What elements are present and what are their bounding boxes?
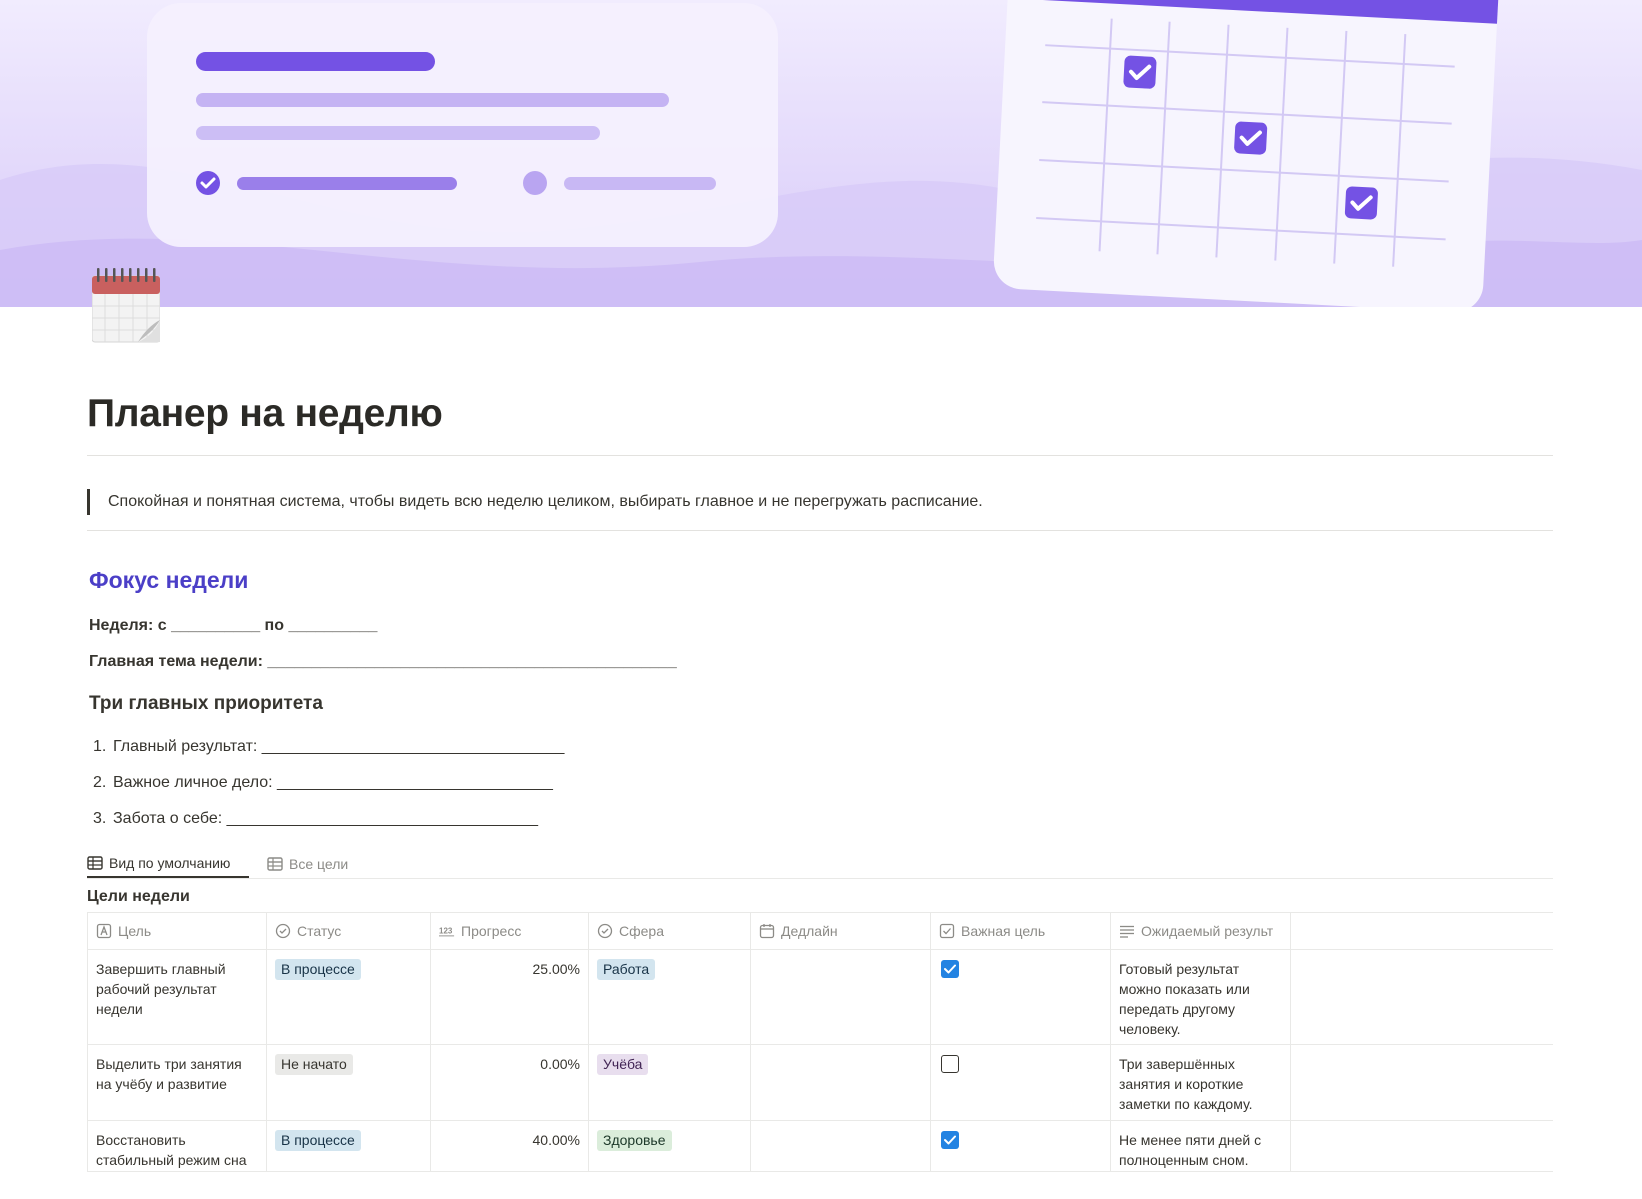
column-label: Статус xyxy=(297,923,342,939)
database-view-tabs: Вид по умолчанию Все цели xyxy=(87,850,1553,878)
column-label: Цель xyxy=(118,923,152,939)
svg-text:123: 123 xyxy=(439,927,453,936)
select-property-icon xyxy=(597,923,613,939)
priority-item[interactable]: 3. Забота о себе: _______________________… xyxy=(93,810,538,828)
column-label: Сфера xyxy=(619,923,664,939)
number-property-icon: 123 xyxy=(439,923,455,939)
paragraph-property-icon xyxy=(1119,923,1135,939)
goal-cell[interactable]: Выделить три занятия на учёбу и развитие xyxy=(87,1045,267,1120)
status-cell[interactable]: В процессе xyxy=(267,950,431,1044)
list-number: 2. xyxy=(93,774,107,791)
list-number: 3. xyxy=(93,810,107,827)
tab-default-view[interactable]: Вид по умолчанию xyxy=(87,850,249,878)
divider xyxy=(87,455,1553,456)
divider xyxy=(87,878,1553,879)
area-tag: Работа xyxy=(597,959,656,980)
priority-item[interactable]: 2. Важное личное дело: __________________… xyxy=(93,774,553,792)
status-property-icon xyxy=(275,923,291,939)
table-row[interactable]: Выделить три занятия на учёбу и развитие… xyxy=(87,1045,1553,1121)
column-header-status[interactable]: Статус xyxy=(267,913,431,949)
important-cell[interactable] xyxy=(931,1045,1111,1120)
list-number: 1. xyxy=(93,738,107,755)
page-title[interactable]: Планер на неделю xyxy=(87,392,443,436)
progress-cell[interactable]: 40.00% xyxy=(431,1121,589,1171)
priority-text: Важное личное дело: ____________________… xyxy=(113,774,553,791)
column-header-area[interactable]: Сфера xyxy=(589,913,751,949)
column-label: Дедлайн xyxy=(781,923,838,939)
tab-all-goals[interactable]: Все цели xyxy=(267,850,348,878)
deadline-cell[interactable] xyxy=(751,1045,931,1120)
important-cell[interactable] xyxy=(931,1121,1111,1171)
priority-text: Главный результат: _____________________… xyxy=(113,738,565,755)
calendar-icon[interactable] xyxy=(91,268,161,344)
goal-cell[interactable]: Восстановить стабильный режим сна xyxy=(87,1121,267,1171)
column-label: Важная цель xyxy=(961,923,1046,939)
goals-table: Цель Статус 123 Прогресс Сфера Дедлайн В… xyxy=(87,912,1553,1172)
column-header-progress[interactable]: 123 Прогресс xyxy=(431,913,589,949)
column-header-important[interactable]: Важная цель xyxy=(931,913,1111,949)
priorities-heading[interactable]: Три главных приоритета xyxy=(89,693,323,715)
important-checkbox[interactable] xyxy=(941,1131,959,1149)
area-tag: Здоровье xyxy=(597,1130,672,1151)
area-cell[interactable]: Учёба xyxy=(589,1045,751,1120)
cover-illustration xyxy=(0,0,1642,307)
result-cell[interactable]: Готовый результат можно показать или пер… xyxy=(1111,950,1291,1044)
quote-block[interactable]: Спокойная и понятная система, чтобы виде… xyxy=(87,489,983,515)
area-cell[interactable]: Работа xyxy=(589,950,751,1044)
divider xyxy=(87,530,1553,531)
priority-text: Забота о себе: _________________________… xyxy=(113,810,539,827)
status-cell[interactable]: Не начато xyxy=(267,1045,431,1120)
deadline-cell[interactable] xyxy=(751,1121,931,1171)
date-property-icon xyxy=(759,923,775,939)
text-property-icon xyxy=(96,923,112,939)
goal-cell[interactable]: Завершить главный рабочий результат неде… xyxy=(87,950,267,1044)
area-cell[interactable]: Здоровье xyxy=(589,1121,751,1171)
priority-item[interactable]: 1. Главный результат: ___________________… xyxy=(93,738,564,756)
area-tag: Учёба xyxy=(597,1054,649,1075)
progress-cell[interactable]: 0.00% xyxy=(431,1045,589,1120)
status-badge: Не начато xyxy=(275,1054,353,1075)
column-label: Прогресс xyxy=(461,923,522,939)
database-title[interactable]: Цели недели xyxy=(87,888,190,906)
page-cover[interactable] xyxy=(0,0,1642,307)
week-theme-line[interactable]: Главная тема недели: ___________________… xyxy=(89,653,677,671)
table-icon xyxy=(267,856,283,872)
tab-label: Все цели xyxy=(289,856,349,872)
table-icon xyxy=(87,855,103,871)
status-badge: В процессе xyxy=(275,959,361,980)
column-header-goal[interactable]: Цель xyxy=(87,913,267,949)
column-header-deadline[interactable]: Дедлайн xyxy=(751,913,931,949)
important-cell[interactable] xyxy=(931,950,1111,1044)
focus-heading[interactable]: Фокус недели xyxy=(89,567,248,594)
result-cell[interactable]: Не менее пяти дней с полноценным сном. xyxy=(1111,1121,1291,1171)
week-dates-line[interactable]: Неделя: с __________ по __________ xyxy=(89,617,377,635)
result-cell[interactable]: Три завершённых занятия и короткие замет… xyxy=(1111,1045,1291,1120)
important-checkbox[interactable] xyxy=(941,1055,959,1073)
progress-cell[interactable]: 25.00% xyxy=(431,950,589,1044)
column-header-result[interactable]: Ожидаемый результ xyxy=(1111,913,1291,949)
important-checkbox[interactable] xyxy=(941,960,959,978)
status-badge: В процессе xyxy=(275,1130,361,1151)
tab-label: Вид по умолчанию xyxy=(109,855,231,871)
table-row[interactable]: Восстановить стабильный режим сна В проц… xyxy=(87,1121,1553,1172)
column-label: Ожидаемый результ xyxy=(1141,923,1274,939)
status-cell[interactable]: В процессе xyxy=(267,1121,431,1171)
deadline-cell[interactable] xyxy=(751,950,931,1044)
table-row[interactable]: Завершить главный рабочий результат неде… xyxy=(87,950,1553,1045)
table-header-row: Цель Статус 123 Прогресс Сфера Дедлайн В… xyxy=(87,912,1553,950)
checkbox-property-icon xyxy=(939,923,955,939)
